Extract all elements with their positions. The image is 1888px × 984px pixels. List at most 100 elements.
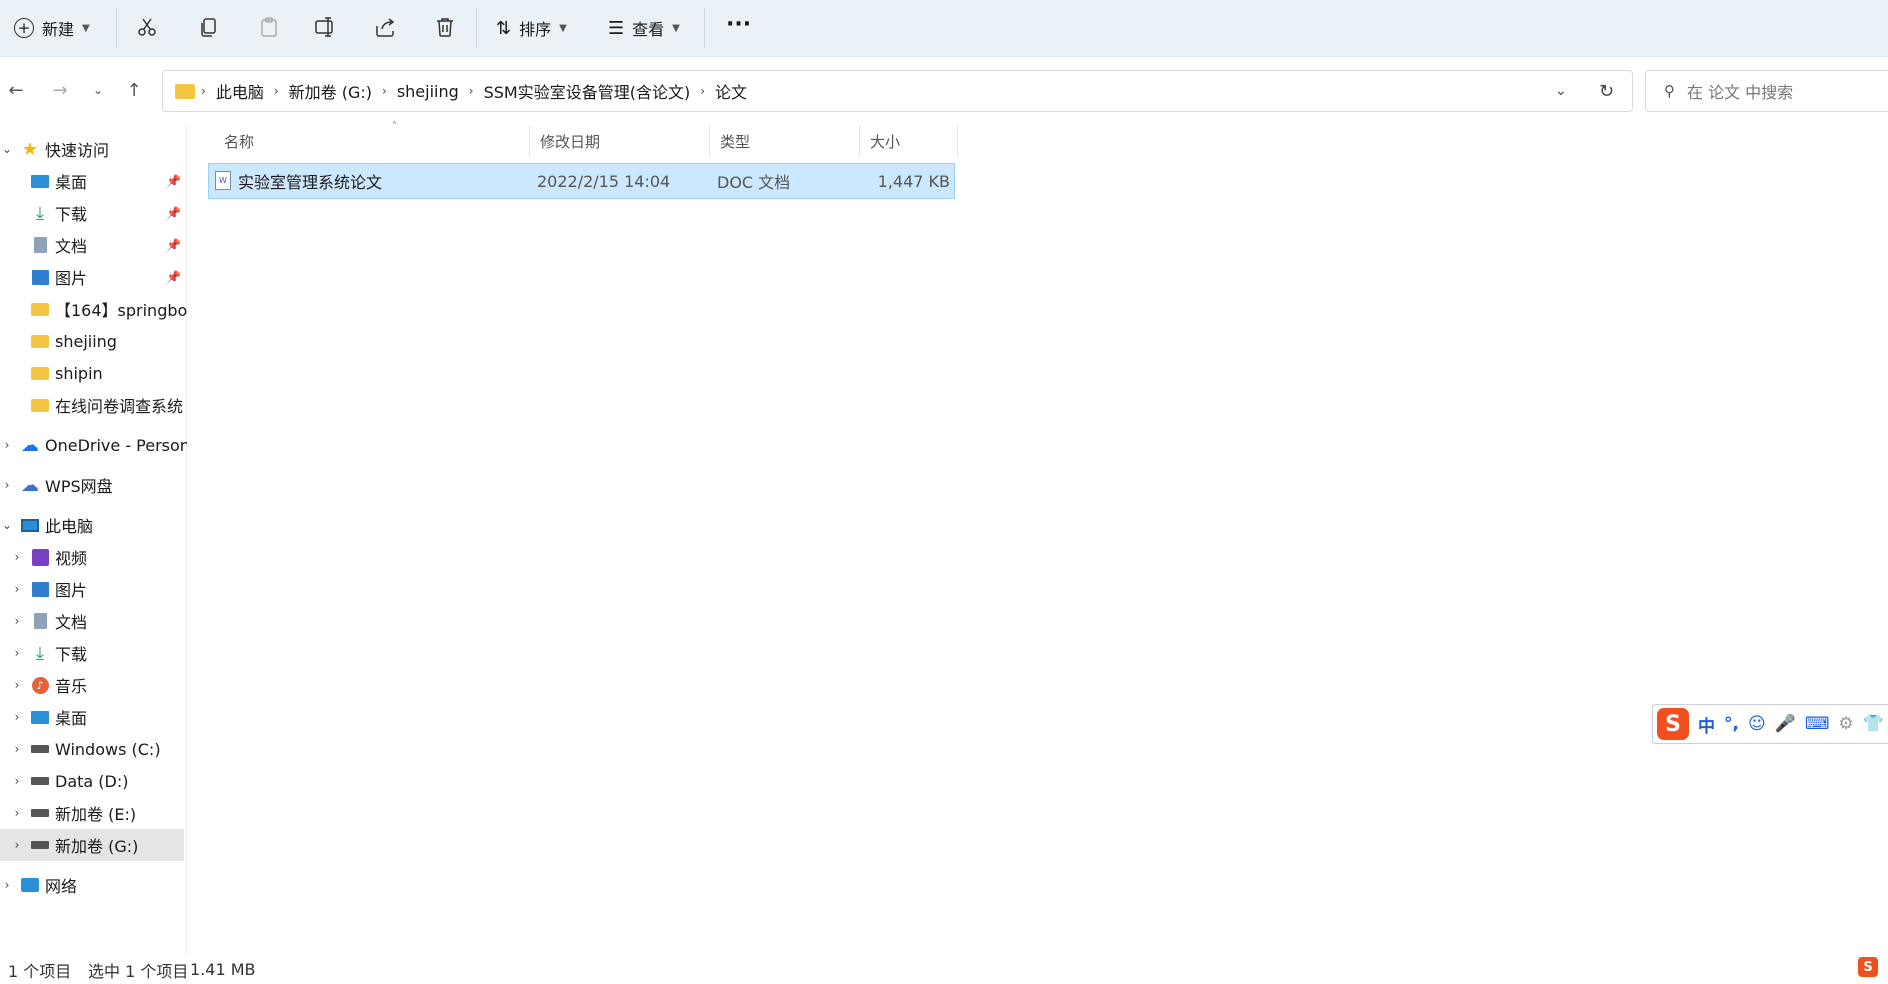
sidebar-item-downloads[interactable]: ⤓ 下载 📌: [0, 197, 187, 229]
breadcrumb-shejiing[interactable]: shejiing: [397, 82, 459, 101]
column-header-date[interactable]: 修改日期: [530, 125, 710, 157]
sidebar-item-drive-d[interactable]: › Data (D:): [0, 765, 187, 797]
more-icon: ···: [726, 11, 752, 37]
sogou-tray-icon[interactable]: S: [1858, 957, 1878, 977]
sidebar-item-onedrive[interactable]: › ☁ OneDrive - Persona: [0, 429, 187, 461]
forward-arrow-icon[interactable]: →: [48, 78, 72, 102]
recent-chevron-icon[interactable]: ⌄: [86, 78, 110, 102]
share-icon[interactable]: [372, 14, 398, 40]
sidebar-item-label: 图片: [55, 581, 88, 600]
back-arrow-icon[interactable]: ←: [4, 78, 28, 102]
punctuation-icon[interactable]: °,: [1724, 714, 1739, 734]
address-history-chevron-icon[interactable]: ⌄: [1555, 83, 1567, 99]
chevron-right-icon[interactable]: ›: [0, 478, 14, 492]
ime-toolbar[interactable]: S 中 °, ☺ 🎤 ⌨ ⚙ 👕: [1652, 704, 1888, 744]
sidebar-item-folder-164[interactable]: 【164】springboo: [0, 293, 187, 325]
cloud-icon: ☁: [21, 474, 39, 496]
paste-icon[interactable]: [256, 14, 282, 40]
sidebar-item-documents[interactable]: 文档 📌: [0, 229, 187, 261]
sidebar-item-label: 此电脑: [45, 517, 94, 536]
divider: [116, 8, 117, 48]
chevron-right-icon[interactable]: ›: [10, 742, 24, 756]
sidebar-item-survey[interactable]: 在线问卷调查系统: [0, 389, 187, 421]
chevron-right-icon[interactable]: ›: [10, 582, 24, 596]
rename-icon[interactable]: [312, 14, 338, 40]
sidebar-item-pc-documents[interactable]: › 文档: [0, 605, 187, 637]
sogou-logo-icon[interactable]: S: [1657, 708, 1689, 740]
column-header-name[interactable]: 名称 ˄: [214, 121, 530, 157]
sidebar-item-label: 文档: [55, 237, 88, 256]
address-bar[interactable]: › 此电脑 › 新加卷 (G:) › shejiing › SSM实验室设备管理…: [162, 70, 1633, 112]
cut-icon[interactable]: [134, 14, 160, 40]
chevron-right-icon[interactable]: ›: [10, 806, 24, 820]
chevron-right-icon[interactable]: ›: [10, 774, 24, 788]
chevron-right-icon[interactable]: ›: [10, 646, 24, 660]
copy-icon[interactable]: [196, 14, 222, 40]
sidebar-item-videos[interactable]: › 视频: [0, 541, 187, 573]
emoji-icon[interactable]: ☺: [1748, 714, 1766, 734]
tools-icon[interactable]: ⚙: [1838, 714, 1853, 734]
delete-icon[interactable]: [432, 14, 458, 40]
sidebar-item-shipin[interactable]: shipin: [0, 357, 187, 389]
sidebar-item-label: 下载: [55, 645, 88, 664]
chevron-right-icon[interactable]: ›: [0, 438, 14, 452]
chevron-right-icon[interactable]: ›: [10, 838, 24, 852]
chevron-right-icon: ›: [382, 84, 387, 98]
sort-icon: ⇅: [496, 17, 512, 39]
sidebar-item-pc-downloads[interactable]: › ⤓ 下载: [0, 637, 187, 669]
sidebar-item-shejiing[interactable]: shejiing: [0, 325, 187, 357]
keyboard-icon[interactable]: ⌨: [1805, 714, 1830, 734]
sidebar-item-label: 音乐: [55, 677, 88, 696]
up-arrow-icon[interactable]: ↑: [122, 78, 146, 102]
chevron-right-icon[interactable]: ›: [10, 710, 24, 724]
sidebar-item-label: OneDrive - Persona: [45, 435, 187, 455]
column-header-type[interactable]: 类型: [710, 125, 860, 157]
column-header-size[interactable]: 大小: [860, 125, 958, 157]
sidebar-item-network[interactable]: › 网络: [0, 869, 187, 901]
breadcrumb-lunwen[interactable]: 论文: [715, 79, 747, 103]
refresh-icon[interactable]: ↻: [1599, 81, 1614, 102]
sidebar-item-wps[interactable]: › ☁ WPS网盘: [0, 469, 187, 501]
column-label: 类型: [720, 132, 751, 151]
pin-icon: 📌: [166, 174, 181, 188]
sidebar-item-desktop[interactable]: 桌面 📌: [0, 165, 187, 197]
sort-button-label: 排序: [519, 20, 552, 39]
chevron-right-icon[interactable]: ›: [10, 678, 24, 692]
breadcrumb-ssm[interactable]: SSM实验室设备管理(含论文): [484, 79, 691, 103]
breadcrumb-this-pc[interactable]: 此电脑: [216, 79, 264, 103]
ime-mode[interactable]: 中: [1698, 712, 1715, 737]
sidebar-item-drive-e[interactable]: › 新加卷 (E:): [0, 797, 187, 829]
chevron-right-icon[interactable]: ›: [0, 878, 14, 892]
sidebar-item-drive-c[interactable]: › Windows (C:): [0, 733, 187, 765]
file-date: 2022/2/15 14:04: [537, 171, 671, 191]
sidebar-item-this-pc[interactable]: ⌄ 此电脑: [0, 509, 187, 541]
breadcrumb-drive-g[interactable]: 新加卷 (G:): [289, 79, 372, 103]
pin-icon: 📌: [166, 270, 181, 284]
sidebar-item-pc-desktop[interactable]: › 桌面: [0, 701, 187, 733]
picture-icon: [30, 267, 50, 287]
pin-icon: 📌: [166, 238, 181, 252]
table-row[interactable]: W 实验室管理系统论文 2022/2/15 14:04 DOC 文档 1,447…: [208, 163, 955, 199]
search-input[interactable]: ⚲ 在 论文 中搜索: [1645, 70, 1888, 112]
computer-icon: [20, 515, 40, 535]
pin-icon: 📌: [166, 206, 181, 220]
more-options-button[interactable]: ···: [726, 6, 751, 42]
new-button[interactable]: + 新建 ▼: [14, 10, 90, 46]
chevron-right-icon[interactable]: ›: [10, 550, 24, 564]
file-size: 1,447 KB: [877, 171, 950, 191]
sidebar-item-drive-g[interactable]: › 新加卷 (G:): [0, 829, 184, 861]
chevron-down-icon[interactable]: ⌄: [0, 142, 14, 156]
desktop-icon: [30, 171, 50, 191]
sidebar-item-label: 在线问卷调查系统: [55, 397, 184, 416]
sidebar-item-pictures[interactable]: 图片 📌: [0, 261, 187, 293]
sort-button[interactable]: ⇅ 排序 ▼: [496, 10, 567, 46]
chevron-right-icon[interactable]: ›: [10, 614, 24, 628]
chevron-down-icon[interactable]: ⌄: [0, 518, 14, 532]
sidebar-item-pc-pictures[interactable]: › 图片: [0, 573, 187, 605]
skin-icon[interactable]: 👕: [1863, 714, 1884, 734]
microphone-icon[interactable]: 🎤: [1775, 714, 1796, 734]
doc-file-icon: W: [215, 171, 231, 190]
view-button[interactable]: ☰ 查看 ▼: [608, 10, 680, 46]
sidebar-item-music[interactable]: › ♪ 音乐: [0, 669, 187, 701]
sidebar-item-quick-access[interactable]: ⌄ ★ 快速访问: [0, 133, 187, 165]
